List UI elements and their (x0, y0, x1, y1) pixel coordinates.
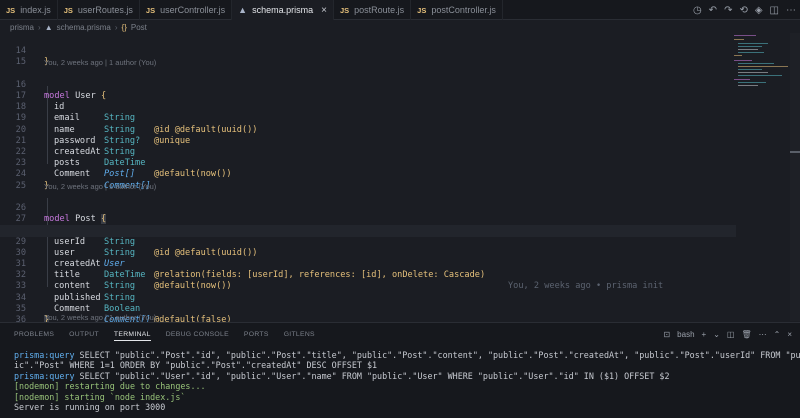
new-terminal-icon[interactable]: + (702, 330, 707, 339)
code-line: 32 content String (15, 270, 136, 303)
git-codelens[interactable]: You, 2 weeks ago | 1 author (You) (44, 57, 156, 68)
terminal-line: prisma:query SELECT "public"."User"."id"… (14, 370, 670, 381)
tab-user-routes-js[interactable]: JS userRoutes.js (58, 0, 140, 20)
code-line: 27 id String @id @default(uuid()) (15, 214, 258, 258)
code-line: 22 posts Post[] (15, 147, 136, 180)
maximize-icon[interactable]: ⌃ (774, 330, 781, 339)
code-line: 17 id String @id @default(uuid()) (15, 91, 258, 135)
terminal-output[interactable]: prisma:query SELECT "public"."Post"."id"… (14, 350, 800, 412)
prisma-file-icon: ▲ (238, 5, 248, 15)
js-file-icon: JS (417, 5, 427, 15)
panel-tab-bar: PROBLEMS OUTPUT TERMINAL DEBUG CONSOLE P… (14, 323, 315, 345)
code-editor[interactable]: 14 } 15 You, 2 weeks ago | 1 author (You… (0, 33, 800, 325)
code-line: 15 (15, 57, 26, 68)
tab-output[interactable]: OUTPUT (69, 331, 99, 338)
code-line-current: 29 user User @relation(fields: [userId],… (0, 225, 736, 291)
bottom-panel: PROBLEMS OUTPUT TERMINAL DEBUG CONSOLE P… (0, 322, 800, 418)
open-changes-icon[interactable]: ◈ (755, 5, 763, 16)
tab-gitlens[interactable]: GITLENS (284, 331, 315, 338)
tab-terminal[interactable]: TERMINAL (113, 331, 151, 341)
code-line: 30 createdAt DateTime @default(now()) (15, 247, 232, 292)
tab-problems[interactable]: PROBLEMS (14, 331, 54, 338)
editor-tab-bar: JS index.js JS userRoutes.js JS userControl… (0, 0, 800, 20)
code-line: 28 userId String (16, 225, 136, 258)
symbol-icon: {} (121, 22, 127, 32)
breadcrumb-file[interactable]: schema.prisma (57, 23, 111, 32)
code-line: 14 } (15, 46, 50, 68)
terminal-line: Server is running on port 3000 (14, 402, 166, 413)
tab-debug-console[interactable]: DEBUG CONSOLE (166, 331, 229, 338)
chevron-right-icon: › (38, 22, 41, 32)
tab-index-js[interactable]: JS index.js (0, 0, 58, 20)
split-terminal-icon[interactable]: ◫ (727, 330, 735, 339)
code-line: 16 model User { (15, 79, 107, 101)
breadcrumb-symbol[interactable]: Post (131, 23, 147, 32)
code-line: 35 } (15, 303, 50, 325)
code-line: 33 published Boolean @default(false) (15, 281, 232, 325)
terminal-line: ic"."Post" WHERE 1=1 ORDER BY "public"."… (14, 360, 378, 371)
tab-user-controller-js[interactable]: JS userController.js (140, 0, 233, 20)
tab-schema-prisma[interactable]: ▲ schema.prisma × (232, 0, 334, 20)
scrollbar-thumb[interactable] (790, 151, 800, 153)
code-line: 20 password String (15, 124, 136, 157)
editor-scrollbar[interactable] (790, 33, 800, 321)
chevron-right-icon: › (114, 22, 118, 32)
breadcrumb-folder[interactable]: prisma (10, 23, 34, 32)
terminal-name[interactable]: bash (677, 330, 694, 339)
editor-actions: ◷ ↶ ↷ ⟲ ◈ ◫ ⋯ (693, 0, 796, 20)
code-line: 19 name String? (15, 113, 141, 146)
trash-icon[interactable]: 🗑 (741, 330, 751, 339)
more-actions-icon[interactable]: ⋯ (759, 330, 767, 339)
code-line: 31 title String (15, 259, 136, 292)
forward-icon[interactable]: ↷ (724, 5, 732, 16)
code-line: 24 } (15, 169, 50, 191)
prisma-file-icon: ▲ (44, 22, 53, 32)
js-file-icon: JS (63, 5, 73, 15)
tab-ports[interactable]: PORTS (244, 331, 269, 338)
timeline-icon[interactable]: ◷ (693, 5, 702, 16)
close-icon[interactable]: × (787, 330, 792, 339)
tab-post-controller-js[interactable]: JS postController.js (411, 0, 503, 20)
back-icon[interactable]: ↶ (709, 5, 717, 16)
code-line: 34 Comment Comment[] (15, 292, 151, 325)
js-file-icon: JS (339, 5, 350, 15)
minimap[interactable] (734, 33, 790, 93)
chevron-down-icon[interactable]: ⌄ (713, 330, 720, 339)
js-file-icon: JS (6, 5, 16, 15)
terminal-line: [nodemon] starting `node index.js` (14, 391, 186, 402)
close-icon[interactable]: × (321, 5, 327, 16)
breadcrumb: prisma › ▲ schema.prisma › {} Post (10, 21, 147, 33)
code-line: 23 Comment Comment[] (15, 158, 151, 191)
terminal-line: [nodemon] restarting due to changes... (14, 381, 206, 392)
tab-post-route-js[interactable]: JS postRoute.js (334, 0, 412, 20)
more-actions-icon[interactable]: ⋯ (786, 5, 796, 16)
js-file-icon: JS (145, 5, 156, 15)
terminal-icon: ⊡ (663, 329, 671, 339)
git-codelens[interactable]: You, 2 weeks ago | 1 author (You) (44, 181, 156, 192)
split-editor-icon[interactable]: ◫ (770, 5, 779, 16)
code-line: 26 model Post { (15, 203, 107, 225)
source-control-icon[interactable]: ⟲ (739, 5, 747, 16)
code-line: 18 email String @unique (15, 102, 191, 146)
code-line: 25 (15, 180, 26, 191)
code-line: 21 createdAt DateTime @default(now()) (15, 135, 232, 180)
terminal-line: prisma:query SELECT "public"."Post"."id"… (14, 350, 800, 360)
panel-actions: ⊡ bash + ⌄ ◫ 🗑 ⋯ ⌃ × (663, 323, 792, 345)
